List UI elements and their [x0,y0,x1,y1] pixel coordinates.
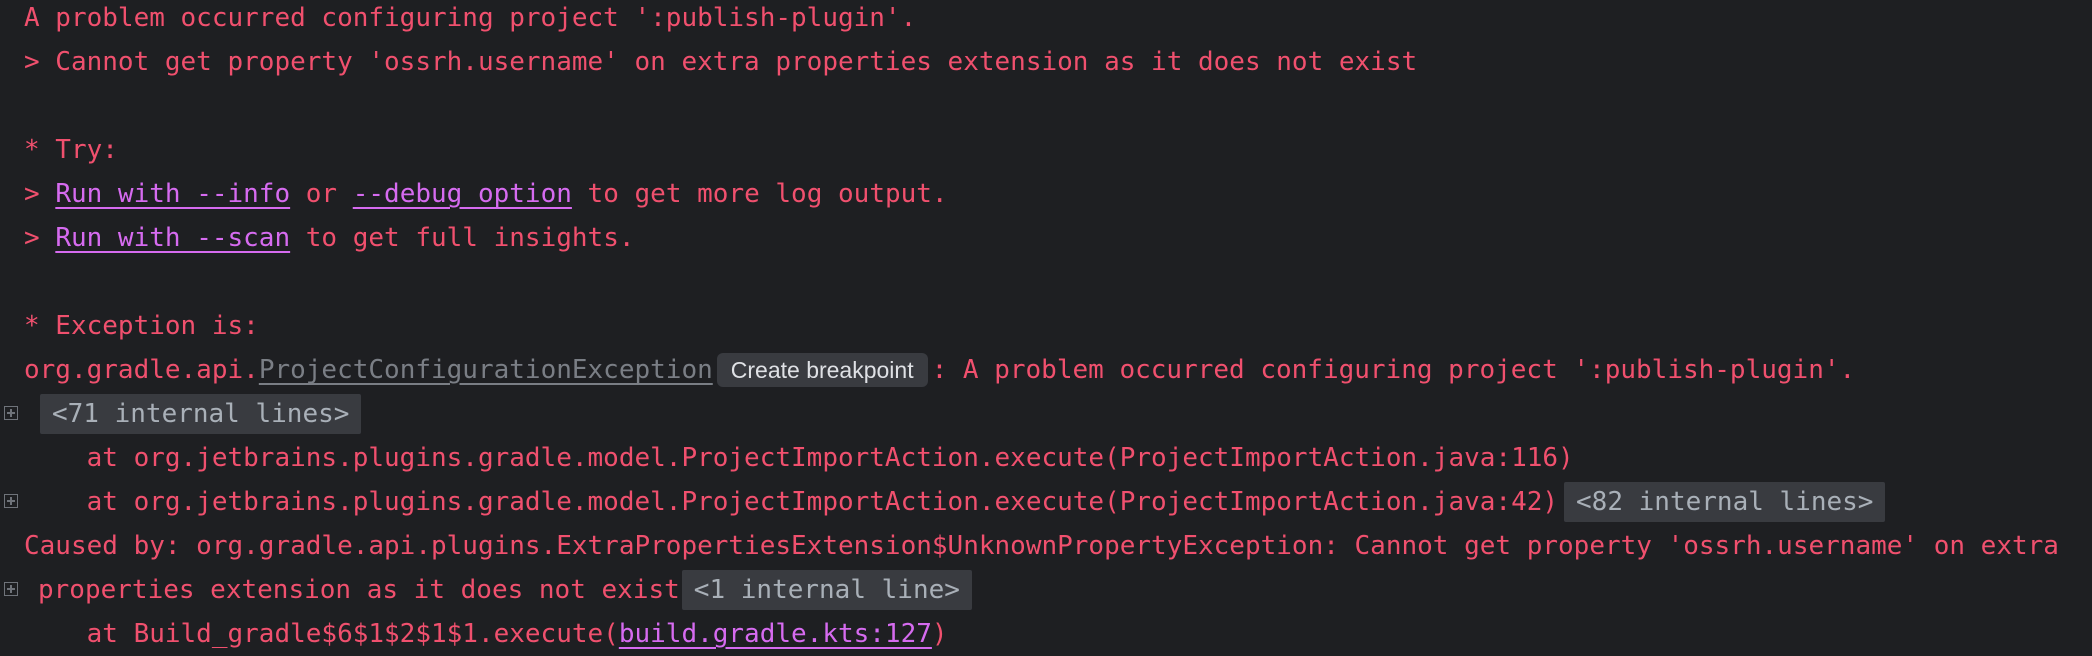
try-info-prefix: > [24,179,56,209]
error-detail-line: > Cannot get property 'ossrh.username' o… [24,40,1417,84]
error-detail: > Cannot get property 'ossrh.username' o… [24,47,1418,77]
try-heading: * Try: [24,135,118,165]
error-message: A problem occurred configuring project '… [24,3,917,33]
try-scan-line: > Run with --scan to get full insights. [24,216,635,260]
expand-fold-icon[interactable] [4,406,18,420]
exception-heading-line: * Exception is: [24,304,259,348]
internal-lines-fold[interactable]: <1 internal line> [681,570,972,610]
caused-by-line: Caused by: org.gradle.api.plugins.ExtraP… [24,524,2059,568]
caused-by-text-continued: properties extension as it does not exis… [38,575,680,605]
run-with-info-link[interactable]: Run with --info [55,172,290,216]
try-scan-prefix: > [24,223,56,253]
try-info-line: > Run with --info or --debug option to g… [24,172,948,216]
stack-frame-text: at org.jetbrains.plugins.gradle.model.Pr… [24,487,1559,517]
exception-line: org.gradle.api. ProjectConfigurationExcep… [24,348,1855,392]
stack-frame-prefix: at Build_gradle$6$1$2$1$1.execute( [24,619,619,649]
try-scan-suffix: to get full insights. [290,223,635,253]
stack-frame-2: at org.jetbrains.plugins.gradle.model.Pr… [24,480,1886,524]
internal-lines-fold[interactable]: <82 internal lines> [1564,482,1886,522]
exception-heading: * Exception is: [24,311,259,341]
create-breakpoint-tooltip[interactable]: Create breakpoint [716,353,928,387]
stack-frame-3: at Build_gradle$6$1$2$1$1.execute(build.… [24,612,948,656]
fold-71-line: <71 internal lines> [40,392,362,436]
error-line: A problem occurred configuring project '… [24,0,916,40]
stack-frame-suffix: ) [931,619,948,649]
exception-class-link[interactable]: ProjectConfigurationException [259,348,713,392]
stack-frame-text: at org.jetbrains.plugins.gradle.model.Pr… [24,443,1574,473]
exception-message: : A problem occurred configuring project… [931,355,1856,385]
internal-lines-fold[interactable]: <71 internal lines> [40,394,362,434]
expand-fold-icon[interactable] [4,582,18,596]
exception-package: org.gradle.api. [24,355,259,385]
try-info-mid: or [290,179,353,209]
source-file-link[interactable]: build.gradle.kts:127 [619,612,932,656]
try-heading-line: * Try: [24,128,118,172]
expand-fold-icon[interactable] [4,494,18,508]
caused-by-continuation: properties extension as it does not exis… [38,568,972,612]
debug-option-link[interactable]: --debug option [353,172,572,216]
try-info-suffix: to get more log output. [571,179,948,209]
stack-frame-1: at org.jetbrains.plugins.gradle.model.Pr… [24,436,1574,480]
console-output: A problem occurred configuring project '… [0,0,2092,656]
caused-by-text: Caused by: org.gradle.api.plugins.ExtraP… [24,531,2059,561]
run-with-scan-link[interactable]: Run with --scan [55,216,290,260]
